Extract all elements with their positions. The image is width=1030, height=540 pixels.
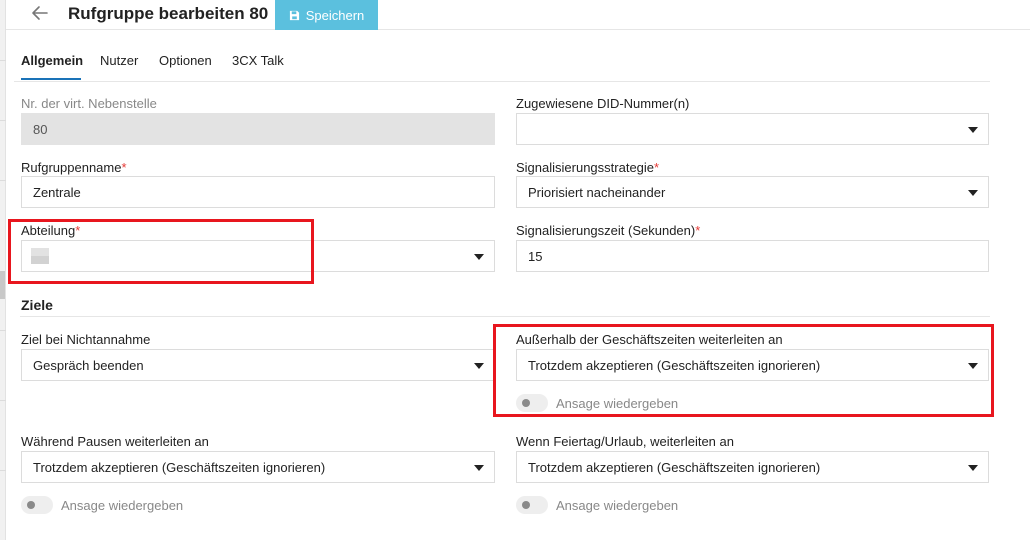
during-breaks-label: Während Pausen weiterleiten an	[21, 434, 209, 449]
tab-bar: Allgemein Nutzer Optionen 3CX Talk	[14, 44, 990, 82]
during-breaks-select[interactable]: Trotzdem akzeptieren (Geschäftszeiten ig…	[21, 451, 495, 483]
toggle-label: Ansage wiedergeben	[61, 497, 184, 513]
ring-time-label: Signalisierungszeit (Sekunden)*	[516, 223, 701, 238]
tab-allgemein[interactable]: Allgemein	[21, 53, 83, 68]
tab-3cx-talk[interactable]: 3CX Talk	[232, 53, 284, 68]
active-tab-indicator	[21, 78, 81, 80]
back-arrow-icon[interactable]	[30, 3, 54, 25]
page-header: Rufgruppe bearbeiten 80 Speichern	[6, 0, 1030, 30]
extension-field: 80	[21, 113, 495, 145]
ring-strategy-value: Priorisiert nacheinander	[528, 184, 666, 200]
no-answer-select[interactable]: Gespräch beenden	[21, 349, 495, 381]
highlight-box-outside-hours	[493, 324, 994, 417]
toggle-switch[interactable]	[21, 496, 53, 514]
did-select[interactable]	[516, 113, 989, 145]
holiday-announcement-toggle[interactable]: Ansage wiedergeben	[516, 496, 678, 514]
during-breaks-announcement-toggle[interactable]: Ansage wiedergeben	[21, 496, 183, 514]
tab-optionen[interactable]: Optionen	[159, 53, 212, 68]
no-answer-label: Ziel bei Nichtannahme	[21, 332, 151, 347]
save-button[interactable]: Speichern	[275, 0, 378, 30]
during-breaks-value: Trotzdem akzeptieren (Geschäftszeiten ig…	[33, 459, 326, 475]
toggle-label: Ansage wiedergeben	[556, 497, 679, 513]
tab-nutzer[interactable]: Nutzer	[100, 53, 138, 68]
did-label: Zugewiesene DID-Nummer(n)	[516, 96, 690, 111]
dropdown-caret-icon	[968, 465, 978, 471]
dropdown-caret-icon	[474, 254, 484, 260]
toggle-switch[interactable]	[516, 496, 548, 514]
ring-time-value: 15	[528, 248, 543, 264]
dropdown-caret-icon	[474, 363, 484, 369]
group-name-label: Rufgruppenname*	[21, 160, 127, 175]
highlight-box-department	[8, 219, 314, 284]
group-name-value: Zentrale	[33, 184, 81, 200]
page-title: Rufgruppe bearbeiten 80	[68, 4, 269, 23]
ring-strategy-select[interactable]: Priorisiert nacheinander	[516, 176, 989, 208]
group-name-input[interactable]: Zentrale	[21, 176, 495, 208]
dropdown-caret-icon	[968, 190, 978, 196]
left-panel-edge	[0, 0, 6, 540]
no-answer-value: Gespräch beenden	[33, 357, 144, 373]
ring-time-input[interactable]: 15	[516, 240, 989, 272]
section-title-ziele: Ziele	[21, 297, 53, 313]
save-button-label: Speichern	[305, 7, 365, 23]
extension-value: 80	[33, 121, 48, 137]
dropdown-caret-icon	[474, 465, 484, 471]
holiday-select[interactable]: Trotzdem akzeptieren (Geschäftszeiten ig…	[516, 451, 989, 483]
extension-label: Nr. der virt. Nebenstelle	[21, 96, 157, 111]
section-divider	[20, 316, 990, 317]
ring-strategy-label: Signalisierungsstrategie*	[516, 160, 660, 175]
dropdown-caret-icon	[968, 127, 978, 133]
floppy-disk-icon	[289, 10, 300, 21]
holiday-label: Wenn Feiertag/Urlaub, weiterleiten an	[516, 434, 734, 449]
holiday-value: Trotzdem akzeptieren (Geschäftszeiten ig…	[528, 459, 821, 475]
